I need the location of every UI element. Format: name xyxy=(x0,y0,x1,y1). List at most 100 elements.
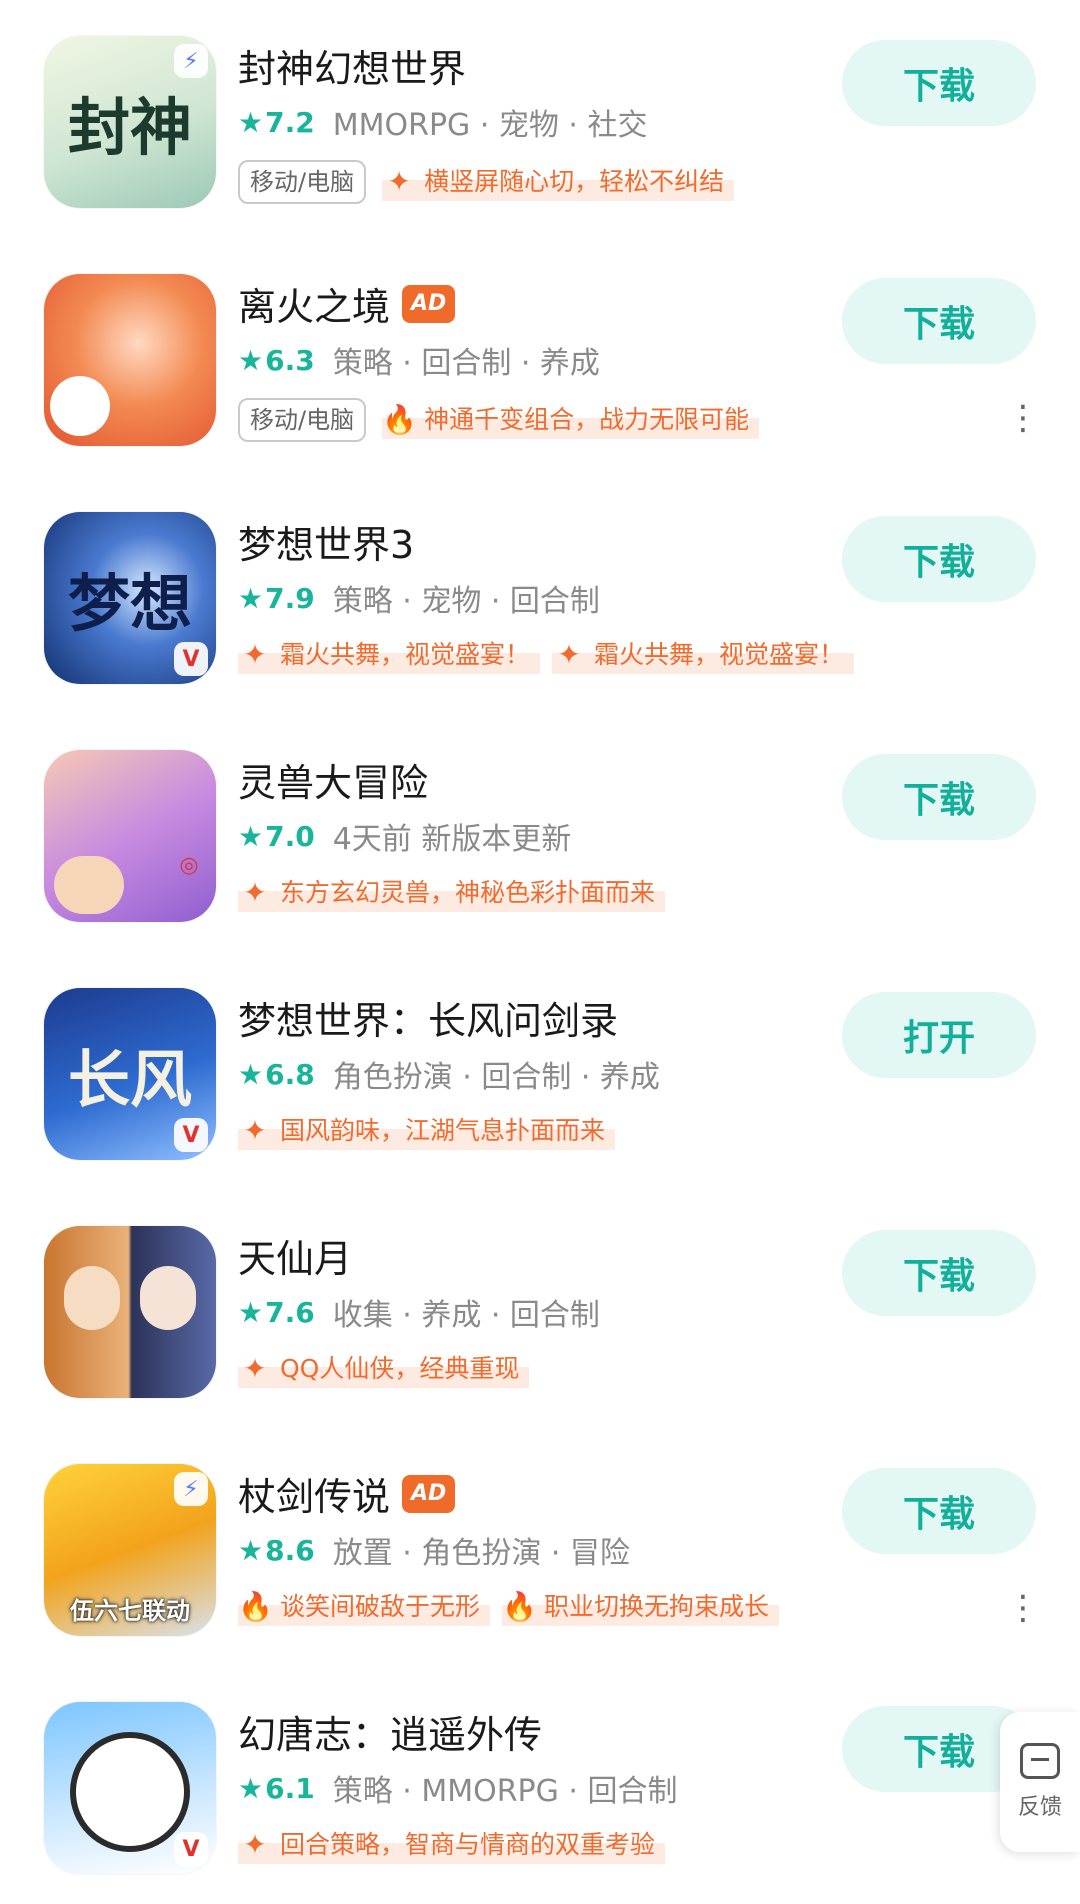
app-tags-text: 策略 · 回合制 · 养成 xyxy=(332,346,600,381)
app-tags-text: 策略 · MMORPG · 回合制 xyxy=(332,1774,678,1809)
app-rating: ★7.6 xyxy=(238,1295,315,1329)
star-icon: ★ xyxy=(238,1771,264,1805)
sparkle-icon: ✦ xyxy=(243,1828,267,1861)
open-button[interactable]: 打开 xyxy=(842,992,1036,1078)
app-list-item[interactable]: 伍六七联动 ⚡ 杖剑传说 AD ★8.6 放置 · 角色扮演 · 冒险 🔥 谈笑间破… xyxy=(0,1428,1080,1666)
zhangjian-app-icon[interactable]: 伍六七联动 ⚡ xyxy=(44,1464,216,1636)
app-rating: ★7.9 xyxy=(238,581,315,615)
sparkle-icon: ✦ xyxy=(243,1352,267,1385)
download-button[interactable]: 下载 xyxy=(842,516,1036,602)
lightning-badge-icon: ⚡ xyxy=(174,44,208,78)
app-meta: ★6.1 策略 · MMORPG · 回合制 xyxy=(238,1766,678,1810)
tianxianyue-app-icon[interactable] xyxy=(44,1226,216,1398)
heroine-artwork xyxy=(140,1266,196,1330)
lightning-badge-icon: ⚡ xyxy=(174,1472,208,1506)
app-list-item[interactable]: 长风 V 梦想世界：长风问剑录 ★6.8 角色扮演 · 回合制 · 养成 ✦ 国风… xyxy=(0,952,1080,1190)
app-highlights: ✦ QQ人仙侠，经典重现 xyxy=(238,1350,541,1388)
mengxiang-app-icon[interactable]: 梦想 V xyxy=(44,512,216,684)
download-button[interactable]: 下载 xyxy=(842,754,1036,840)
star-icon: ★ xyxy=(238,1533,264,1567)
panda-artwork xyxy=(70,1732,190,1852)
fire-icon: 🔥 xyxy=(502,1590,537,1623)
app-list-item[interactable]: 梦想 V 梦想世界3 ★7.9 策略 · 宠物 · 回合制 ✦ 霜火共舞，视觉盛宴… xyxy=(0,476,1080,714)
app-meta: ★6.8 角色扮演 · 回合制 · 养成 xyxy=(238,1052,660,1096)
app-title: 天仙月 xyxy=(238,1237,353,1281)
app-rating: ★7.2 xyxy=(238,105,315,139)
app-title: 幻唐志：逍遥外传 xyxy=(238,1713,543,1757)
app-meta: ★8.6 放置 · 角色扮演 · 冒险 xyxy=(238,1528,630,1572)
highlight-tag: ✦ 横竖屏随心切，轻松不纠结 xyxy=(382,163,735,201)
hero-artwork xyxy=(64,1266,120,1330)
app-rating: ★6.1 xyxy=(238,1771,315,1805)
app-meta: ★6.3 策略 · 回合制 · 养成 xyxy=(238,338,600,382)
app-highlights: ✦ 霜火共舞，视觉盛宴！ ✦ 霜火共舞，视觉盛宴！ xyxy=(238,636,866,674)
feedback-icon xyxy=(1020,1743,1060,1779)
app-highlights: 移动/电脑 🔥 神通千变组合，战力无限可能 xyxy=(238,398,771,442)
star-icon: ★ xyxy=(238,1295,264,1329)
app-meta: ★7.9 策略 · 宠物 · 回合制 xyxy=(238,576,600,620)
download-button[interactable]: 下载 xyxy=(842,40,1036,126)
star-icon: ★ xyxy=(238,1057,264,1091)
star-icon: ★ xyxy=(238,581,264,615)
app-list-item[interactable]: 天仙月 ★7.6 收集 · 养成 · 回合制 ✦ QQ人仙侠，经典重现 下载 xyxy=(0,1190,1080,1428)
app-list-item[interactable]: ◎ 灵兽大冒险 ★7.0 4天前 新版本更新 ✦ 东方玄幻灵兽，神秘色彩扑面而来 … xyxy=(0,714,1080,952)
sparkle-icon: ✦ xyxy=(243,638,267,671)
app-list-item[interactable]: 封神 ⚡ 封神幻想世界 ★7.2 MMORPG · 宠物 · 社交 移动/电脑 … xyxy=(0,0,1080,238)
download-button[interactable]: 下载 xyxy=(842,278,1036,364)
download-button[interactable]: 下载 xyxy=(842,1230,1036,1316)
app-rating: ★8.6 xyxy=(238,1533,315,1567)
star-icon: ★ xyxy=(238,819,264,853)
app-highlights: ✦ 回合策略，智商与情商的双重考验 xyxy=(238,1826,677,1864)
sparkle-icon: ✦ xyxy=(243,876,267,909)
brand-badge-icon: V xyxy=(174,642,208,676)
sparkle-icon: ✦ xyxy=(243,1114,267,1147)
changfeng-app-icon[interactable]: 长风 V xyxy=(44,988,216,1160)
app-meta: ★7.6 收集 · 养成 · 回合制 xyxy=(238,1290,600,1334)
pet-artwork xyxy=(54,856,124,914)
publisher-logo-icon: ◎ xyxy=(179,852,199,878)
app-highlights: ✦ 东方玄幻灵兽，神秘色彩扑面而来 xyxy=(238,874,677,912)
more-options-icon[interactable]: ⋮ xyxy=(1006,398,1040,438)
app-rating: ★6.8 xyxy=(238,1057,315,1091)
app-highlights: ✦ 国风韵味，江湖气息扑面而来 xyxy=(238,1112,627,1150)
highlight-tag: 🔥 职业切换无拘束成长 xyxy=(502,1588,780,1626)
app-rating: ★7.0 xyxy=(238,819,315,853)
highlight-tag: ✦ 霜火共舞，视觉盛宴！ xyxy=(552,636,855,674)
app-title: 梦想世界3 xyxy=(238,523,415,567)
app-title: 灵兽大冒险 xyxy=(238,761,429,805)
highlight-tag: 🔥 谈笑间破敌于无形 xyxy=(238,1588,491,1626)
download-button[interactable]: 下载 xyxy=(842,1468,1036,1554)
highlight-tag: ✦ 回合策略，智商与情商的双重考验 xyxy=(238,1826,666,1864)
app-highlights: 移动/电脑 ✦ 横竖屏随心切，轻松不纠结 xyxy=(238,160,746,204)
fengshen-app-icon[interactable]: 封神 ⚡ xyxy=(44,36,216,208)
lingshou-app-icon[interactable]: ◎ xyxy=(44,750,216,922)
app-list-item[interactable]: 离火之境 AD ★6.3 策略 · 回合制 · 养成 移动/电脑 🔥 神通千变组合，… xyxy=(0,238,1080,476)
highlight-tag: 🔥 神通千变组合，战力无限可能 xyxy=(382,401,760,439)
fire-icon: 🔥 xyxy=(382,403,417,436)
more-options-icon[interactable]: ⋮ xyxy=(1006,1588,1040,1628)
app-tags-text: 收集 · 养成 · 回合制 xyxy=(332,1298,600,1333)
ad-badge: AD xyxy=(402,1474,456,1513)
brand-badge-icon: V xyxy=(174,1118,208,1152)
sparkle-icon: ✦ xyxy=(557,638,581,671)
brand-badge-icon: V xyxy=(174,1832,208,1866)
feedback-label: 反馈 xyxy=(1017,1795,1062,1820)
app-title: 杖剑传说 AD xyxy=(238,1466,456,1521)
sparkle-icon: ✦ xyxy=(387,165,411,198)
app-title: 离火之境 AD xyxy=(238,276,456,331)
feedback-button[interactable]: 反馈 xyxy=(1000,1712,1080,1852)
app-title: 封神幻想世界 xyxy=(238,47,467,91)
app-update-text: 4天前 新版本更新 xyxy=(332,822,572,857)
app-list-item[interactable]: V 幻唐志：逍遥外传 ★6.1 策略 · MMORPG · 回合制 ✦ 回合策略，… xyxy=(0,1666,1080,1904)
app-meta: ★7.0 4天前 新版本更新 xyxy=(238,814,571,858)
lihuo-app-icon[interactable] xyxy=(44,274,216,446)
app-meta: ★7.2 MMORPG · 宠物 · 社交 xyxy=(238,100,648,144)
app-tags-text: 角色扮演 · 回合制 · 养成 xyxy=(332,1060,660,1095)
highlight-tag: ✦ QQ人仙侠，经典重现 xyxy=(238,1350,530,1388)
app-tags-text: MMORPG · 宠物 · 社交 xyxy=(332,108,648,143)
huantang-app-icon[interactable]: V xyxy=(44,1702,216,1874)
fire-icon: 🔥 xyxy=(238,1590,273,1623)
star-icon: ★ xyxy=(238,343,264,377)
app-rating: ★6.3 xyxy=(238,343,315,377)
ad-badge: AD xyxy=(402,284,456,323)
